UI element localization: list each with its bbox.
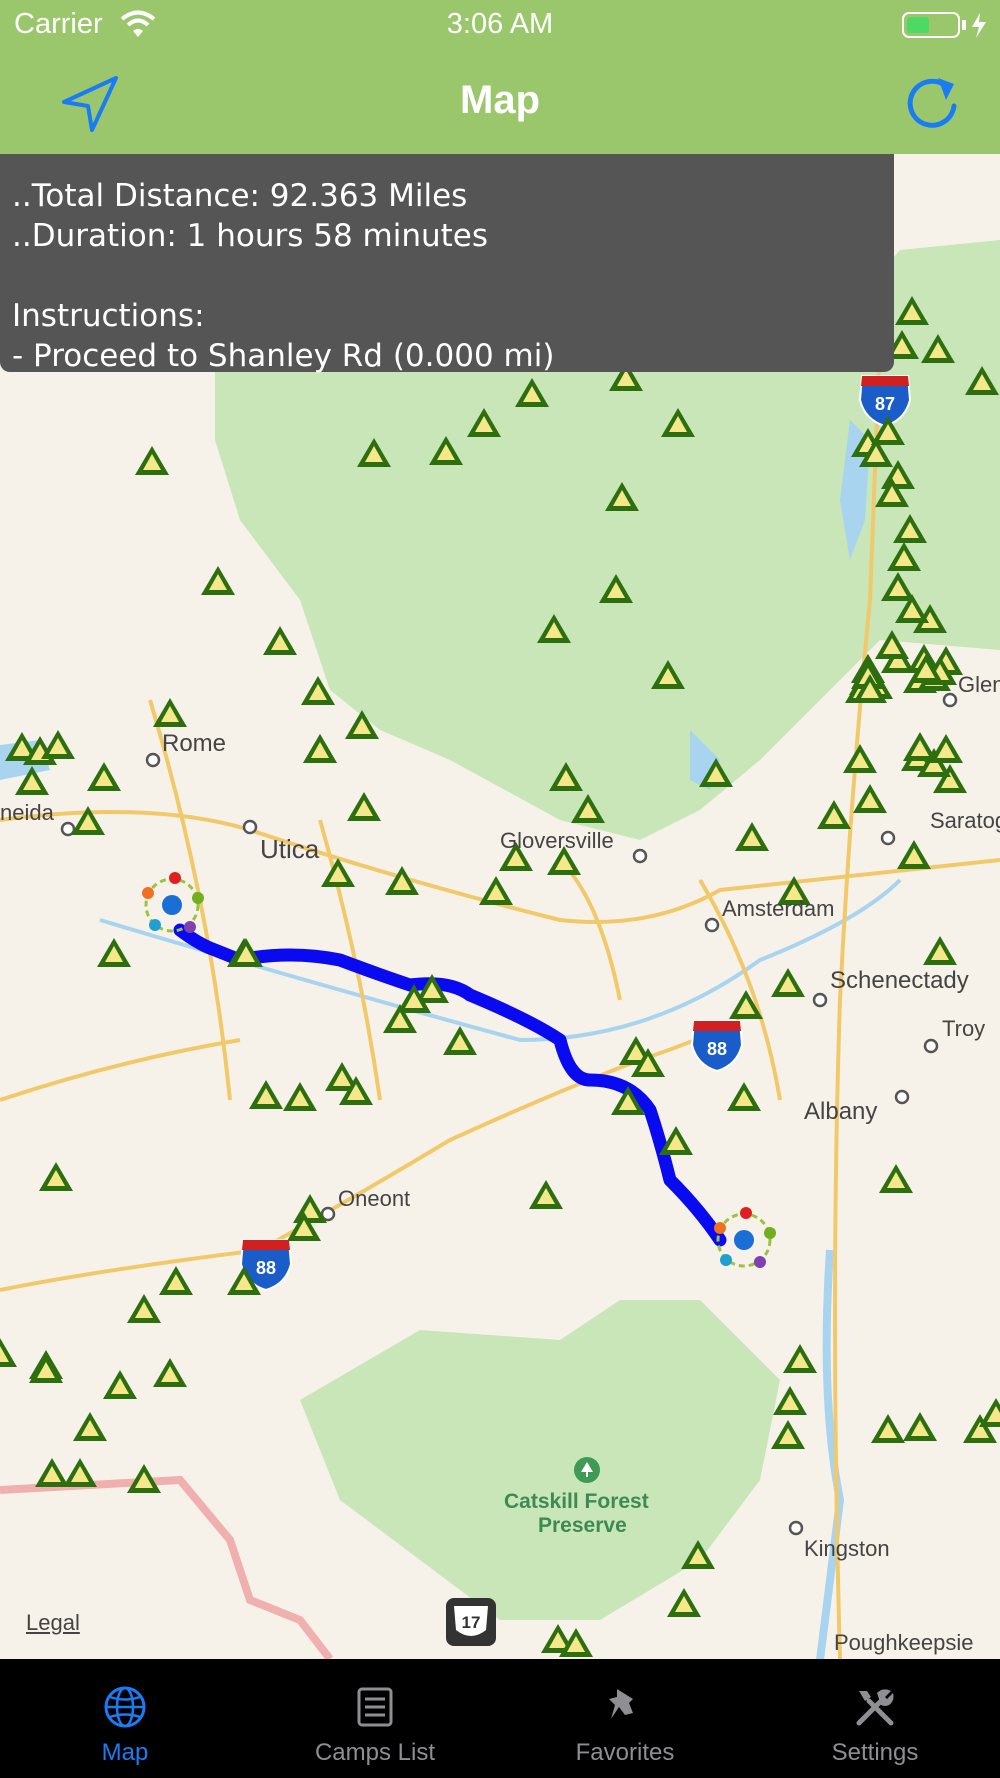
svg-text:88: 88: [256, 1258, 276, 1278]
tab-label-camps-list: Camps List: [314, 1739, 436, 1766]
refresh-icon: [907, 78, 957, 128]
city-label-poughkeepsie: Poughkeepsie: [834, 1630, 974, 1655]
map-view[interactable]: 87 88 88 17 Rome Utica neida Gloversvill…: [0, 154, 1000, 1659]
city-label-utica: Utica: [260, 834, 320, 864]
page-title: Map: [460, 78, 540, 122]
tab-camps-list[interactable]: Camps List: [250, 1659, 500, 1778]
tools-icon: [856, 1689, 894, 1726]
instructions-heading: Instructions:: [12, 298, 205, 334]
globe-icon: [104, 1686, 146, 1728]
tab-label-map: Map: [101, 1739, 149, 1766]
legal-link[interactable]: Legal: [26, 1610, 80, 1636]
park-poi-icon[interactable]: [574, 1457, 600, 1483]
route-info-panel: ..Total Distance: 92.363 Miles ..Duratio…: [0, 154, 894, 374]
refresh-button[interactable]: [902, 74, 962, 134]
tab-label-settings: Settings: [831, 1739, 919, 1766]
svg-text:88: 88: [707, 1039, 727, 1059]
city-label-troy: Troy: [942, 1016, 986, 1041]
city-label-schenectady: Schenectady: [830, 967, 969, 994]
tab-favorites[interactable]: Favorites: [500, 1659, 750, 1778]
city-label-glens: Glen: [958, 672, 1000, 697]
park-label-preserve: Preserve: [538, 1514, 627, 1537]
navigation-bar: Map: [0, 50, 1000, 154]
park-label-catskill: Catskill Forest: [504, 1490, 649, 1513]
tab-map[interactable]: Map: [0, 1659, 250, 1778]
battery-icon: [902, 12, 986, 38]
city-label-oneida: neida: [0, 800, 54, 825]
city-label-albany: Albany: [804, 1098, 878, 1125]
tab-settings[interactable]: Settings: [750, 1659, 1000, 1778]
svg-text:87: 87: [875, 394, 895, 414]
route-17-shield: 17: [446, 1598, 496, 1646]
city-label-rome: Rome: [162, 730, 227, 757]
tab-bar: Map Camps List Favorites Settings: [0, 1659, 1000, 1778]
pushpin-icon: [609, 1689, 633, 1719]
map-canvas[interactable]: 87 88 88 17: [0, 154, 1000, 1659]
svg-text:17: 17: [462, 1613, 481, 1632]
city-label-gloversville: Gloversville: [500, 828, 614, 853]
duration-text: ..Duration: 1 hours 58 minutes: [12, 218, 489, 254]
status-bar: Carrier 3:06 AM: [0, 0, 1000, 50]
list-icon: [357, 1687, 393, 1727]
city-label-oneonta: Oneont: [338, 1186, 411, 1211]
total-distance-text: ..Total Distance: 92.363 Miles: [12, 178, 468, 214]
tab-label-favorites: Favorites: [575, 1739, 675, 1766]
instruction-step: - Proceed to Shanley Rd (0.000 mi): [12, 338, 555, 374]
city-label-amsterdam: Amsterdam: [722, 896, 835, 921]
city-label-saratoga: Saratoga: [930, 808, 1000, 833]
city-label-kingston: Kingston: [804, 1536, 890, 1561]
clock-label: 3:06 AM: [446, 8, 554, 40]
